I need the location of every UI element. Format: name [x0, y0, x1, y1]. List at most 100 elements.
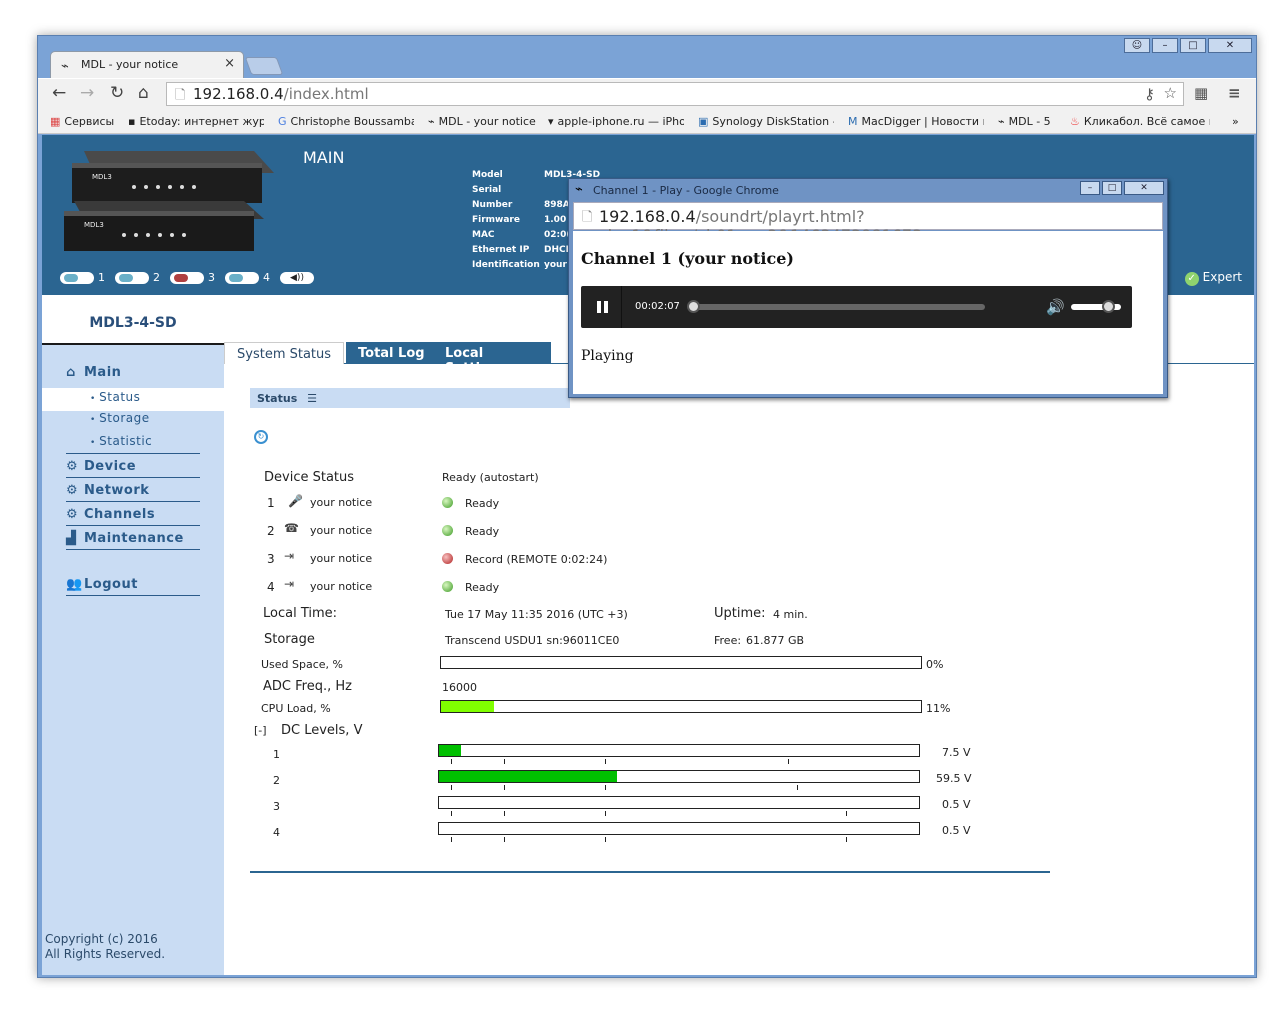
bookmark-item[interactable]: ▾ apple-iphone.ru — iPho: [548, 115, 684, 128]
flame-icon: ♨: [1070, 115, 1080, 128]
divider: [66, 525, 200, 526]
channel-led: 4: [225, 271, 270, 284]
sound-toggle[interactable]: ◀)): [280, 271, 314, 284]
cpu-value: 11%: [926, 702, 951, 715]
sidebar-item-device[interactable]: ⚙ Device: [66, 459, 136, 474]
channel-state: Ready: [465, 581, 500, 594]
device-status-label: Device Status: [264, 470, 355, 485]
list-icon[interactable]: ☰: [307, 392, 317, 405]
tab-system-status[interactable]: System Status: [224, 342, 345, 364]
sidebar-item-status[interactable]: Status: [42, 388, 224, 411]
uptime-label: Uptime:: [714, 606, 766, 621]
close-tab-icon[interactable]: ×: [224, 56, 235, 71]
sidebar-item-statistic[interactable]: Statistic: [90, 434, 152, 448]
menu-icon[interactable]: ≡: [1228, 84, 1241, 102]
pause-button[interactable]: [597, 301, 609, 313]
url-host: 192.168.0.4: [599, 207, 696, 226]
cpu-fill: [441, 701, 494, 712]
free-label: Free:: [714, 634, 742, 647]
sidebar-item-storage[interactable]: Storage: [90, 411, 150, 425]
bookmark-item[interactable]: G Christophe Boussamba: [278, 115, 414, 128]
bookmarks-bar: ▦ Сервисы ▪ Etoday: интернет журн G Christo…: [38, 108, 1256, 134]
line-in-icon: ⇥: [284, 577, 295, 591]
seek-handle[interactable]: [687, 300, 700, 313]
audio-player: 00:02:07 🔊: [581, 286, 1132, 328]
dc-channel: 1: [273, 748, 280, 761]
back-icon[interactable]: ←: [52, 83, 66, 103]
adc-value: 16000: [442, 681, 477, 694]
bookmark-item[interactable]: ▪ Etoday: интернет журн: [128, 115, 264, 128]
status-dot-icon: [442, 581, 453, 592]
close-window-button[interactable]: ✕: [1124, 181, 1164, 195]
tick: [797, 785, 798, 790]
close-window-button[interactable]: ✕: [1208, 38, 1252, 53]
popup-title: Channel 1 - Play - Google Chrome: [593, 184, 779, 197]
extension-icon[interactable]: ▦: [1194, 84, 1208, 102]
led-icon: [60, 272, 94, 284]
bookmark-icon: ▪: [128, 115, 136, 128]
bookmark-item[interactable]: ▦ Сервисы: [50, 115, 114, 128]
local-time-value: Tue 17 May 11:35 2016 (UTC +3): [445, 608, 628, 621]
browser-tab[interactable]: ⌁ MDL - your notice ×: [50, 51, 244, 78]
dc-value: 59.5 V: [936, 772, 972, 785]
gear-icon: ⚙: [66, 507, 79, 522]
page-title: MAIN: [303, 148, 345, 167]
sidebar-item-main[interactable]: ⌂ Main: [66, 365, 121, 380]
volume-icon[interactable]: 🔊: [1046, 298, 1065, 316]
bookmark-item[interactable]: ⌁ MDL - your notice: [428, 115, 536, 128]
bookmark-icon: ▾: [548, 115, 554, 128]
used-space-label: Used Space, %: [261, 658, 343, 671]
dc-channel: 3: [273, 800, 280, 813]
dc-label: DC Levels, V: [281, 723, 363, 738]
expert-toggle[interactable]: ✓ Expert: [1184, 270, 1242, 286]
dc-bar: [438, 822, 920, 835]
logout-link[interactable]: 👥Logout: [66, 577, 138, 592]
channel-name: your notice: [310, 496, 373, 509]
channel-name: your notice: [310, 580, 373, 593]
tick: [451, 759, 452, 764]
maximize-button[interactable]: □: [1102, 181, 1122, 195]
channel-state: Record (REMOTE 0:02:24): [465, 553, 608, 566]
address-bar[interactable]: 🗋 192.168.0.4/index.html ⚷ ☆: [166, 82, 1184, 106]
dc-value: 0.5 V: [942, 824, 971, 837]
bookmark-item[interactable]: ⌁ MDL - 5: [998, 115, 1051, 128]
minimize-button[interactable]: –: [1152, 38, 1178, 53]
check-icon: ✓: [1184, 272, 1199, 286]
channel-num: 2: [267, 524, 275, 538]
local-time-label: Local Time:: [263, 606, 338, 621]
channel-num: 3: [267, 552, 275, 566]
device-image: MDL3 MDL3: [64, 151, 274, 251]
bookmark-item[interactable]: M MacDigger | Новости и: [848, 115, 984, 128]
sidebar-item-channels[interactable]: ⚙ Channels: [66, 507, 155, 522]
users-icon: 👥: [66, 577, 83, 592]
sidebar-item-maintenance[interactable]: ▟ Maintenance: [66, 531, 184, 546]
sidebar: MDL3-4-SD ⌂Main Status Storage Statistic…: [42, 295, 224, 975]
maximize-button[interactable]: □: [1180, 38, 1206, 53]
home-icon[interactable]: ⌂: [138, 83, 149, 103]
player-popup-window: ⌁ Channel 1 - Play - Google Chrome – □ ✕…: [568, 178, 1168, 398]
new-tab-button[interactable]: [244, 57, 284, 75]
bookmark-item[interactable]: ♨ Кликабол. Всё самое и: [1070, 115, 1210, 128]
storage-label: Storage: [264, 632, 315, 647]
tab-local-settings[interactable]: Local Settings: [433, 342, 551, 376]
volume-handle[interactable]: [1102, 300, 1115, 313]
star-icon[interactable]: ☆: [1164, 84, 1177, 102]
cpu-bar: [440, 700, 922, 713]
tick: [605, 785, 606, 790]
seek-bar[interactable]: [689, 304, 985, 310]
key-icon[interactable]: ⚷: [1144, 85, 1155, 103]
dc-toggle[interactable]: [-]: [254, 724, 267, 737]
popup-window-controls: – □ ✕: [1080, 181, 1164, 195]
forward-icon[interactable]: →: [80, 83, 94, 103]
channel-state: Ready: [465, 497, 500, 510]
popup-address-bar[interactable]: 🗋 192.168.0.4/soundrt/playrt.html?ch=1&f…: [573, 202, 1163, 245]
user-icon[interactable]: ☺: [1124, 38, 1150, 53]
reload-icon[interactable]: ↻: [110, 83, 124, 103]
page-icon: 🗋: [582, 210, 593, 225]
refresh-icon[interactable]: ↻: [254, 430, 268, 444]
sidebar-item-network[interactable]: ⚙ Network: [66, 483, 149, 498]
tab-total-log[interactable]: Total Log: [346, 342, 437, 364]
more-bookmarks-icon[interactable]: »: [1232, 115, 1239, 128]
bookmark-item[interactable]: ▣ Synology DiskStation - !: [698, 115, 834, 128]
minimize-button[interactable]: –: [1080, 181, 1100, 195]
